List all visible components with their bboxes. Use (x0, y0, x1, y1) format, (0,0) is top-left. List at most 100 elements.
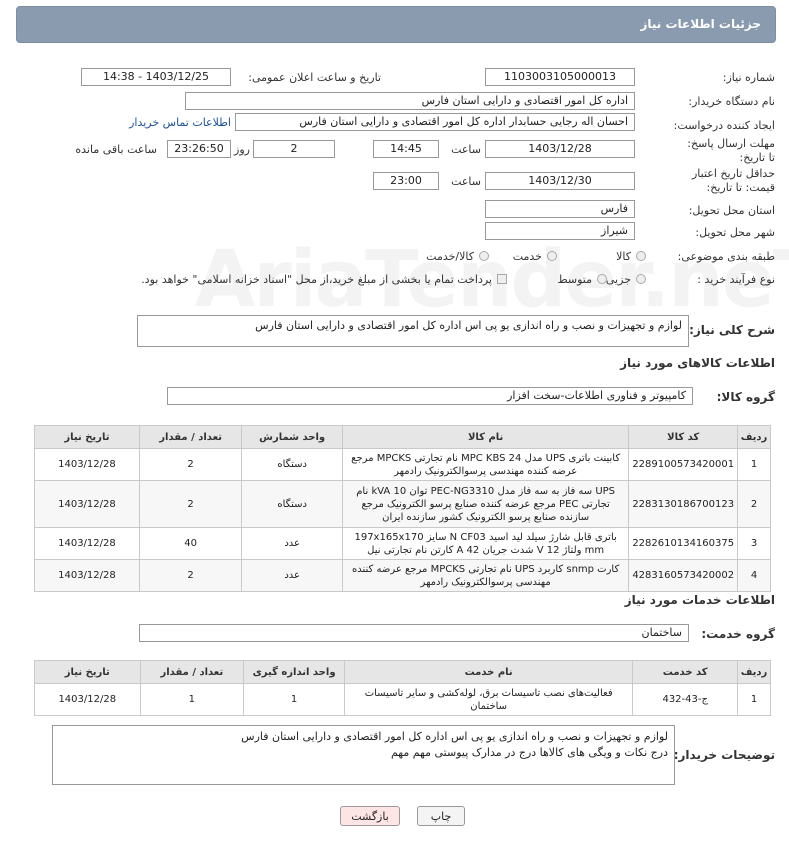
cell-qty: 2 (138, 480, 243, 528)
deadline-hour-label: ساعت (451, 143, 481, 156)
deadline-label: مهلت ارسال پاسخ: تا تاریخ: (687, 137, 775, 164)
print-button[interactable]: چاپ (417, 806, 465, 826)
goods-section-title: اطلاعات کالاهای مورد نیاز (620, 356, 775, 370)
cell-code: 2283130186700123 (628, 480, 739, 528)
category-goods-label: کالا (616, 250, 631, 263)
description-field[interactable]: لوازم و تجهیزات و نصب و راه اندازی یو پی… (137, 315, 689, 347)
need-number-label: شماره نیاز: (722, 71, 775, 84)
cell-idx: 4 (737, 559, 771, 592)
validity-date-field[interactable]: 1403/12/30 (485, 172, 635, 190)
goods-header-idx: ردیف (737, 425, 771, 449)
cell-qty: 40 (138, 527, 243, 560)
services-header-unit: واحد اندازه گیری (243, 660, 345, 684)
cell-name: کابینت باتری UPS مدل MPC KBS 24 نام تجار… (341, 448, 630, 481)
cell-unit: عدد (241, 559, 343, 592)
province-label: استان محل تحویل: (688, 204, 775, 217)
cell-code: 4283160573420002 (628, 559, 739, 592)
city-field[interactable]: شیراز (485, 222, 635, 240)
goods-header-code: کد کالا (628, 425, 739, 449)
table-row[interactable]: 4 4283160573420002 کارت snmp کاربرد UPS … (34, 559, 771, 592)
validity-time-field[interactable]: 23:00 (373, 172, 439, 190)
services-group-label: گروه خدمت: (701, 627, 775, 641)
buyer-notes-field[interactable]: لوازم و تجهیزات و نصب و راه اندازی یو پی… (52, 725, 675, 785)
cell-idx: 1 (737, 448, 771, 481)
cell-idx: 2 (737, 480, 771, 528)
deadline-time-field[interactable]: 14:45 (373, 140, 439, 158)
category-goods-service-radio[interactable] (479, 251, 489, 261)
cell-date: 1403/12/28 (34, 559, 140, 592)
buyer-org-field[interactable]: اداره کل امور اقتصادی و دارایی استان فار… (185, 92, 635, 110)
goods-header-unit: واحد شمارش (241, 425, 343, 449)
process-medium-radio[interactable] (597, 274, 607, 284)
cell-date: 1403/12/28 (34, 448, 140, 481)
table-row[interactable]: 1 2289100573420001 کابینت باتری UPS مدل … (34, 448, 771, 481)
deadline-date-field[interactable]: 1403/12/28 (485, 140, 635, 158)
buyer-notes-label: توضیحات خریدار: (673, 748, 775, 762)
services-header-code: کد خدمت (632, 660, 739, 684)
goods-header-qty: تعداد / مقدار (138, 425, 243, 449)
services-header-qty: تعداد / مقدار (139, 660, 245, 684)
table-row[interactable]: 3 2282610134160375 باتری قابل شارژ سیلد … (34, 527, 771, 560)
services-table: ردیف کد خدمت نام خدمت واحد اندازه گیری ت… (34, 660, 771, 716)
buyer-notes-line-1: لوازم و تجهیزات و نصب و راه اندازی یو پی… (241, 730, 668, 743)
remaining-time-field[interactable]: 23:26:50 (167, 140, 231, 158)
services-header-date: تاریخ نیاز (34, 660, 141, 684)
goods-header-name: نام کالا (341, 425, 630, 449)
days-field[interactable]: 2 (253, 140, 335, 158)
cell-date: 1403/12/28 (34, 480, 140, 528)
goods-table: ردیف کد کالا نام کالا واحد شمارش تعداد /… (34, 425, 771, 592)
table-row[interactable]: 1 ج-43-432 فعالیت‌های نصب تاسیسات برق، ل… (34, 683, 771, 716)
cell-code: ج-43-432 (632, 683, 739, 716)
cell-unit: دستگاه (241, 480, 343, 528)
table-row[interactable]: 2 2283130186700123 UPS سه فاز به سه فاز … (34, 480, 771, 528)
validity-hour-label: ساعت (451, 175, 481, 188)
cell-name: UPS سه فاز به سه فاز مدل PEC-NG3310 توان… (341, 480, 630, 528)
description-label: شرح کلی نیاز: (689, 323, 775, 337)
city-label: شهر محل تحویل: (695, 226, 775, 239)
process-minor-radio[interactable] (636, 274, 646, 284)
need-number-field[interactable]: 1103003105000013 (485, 68, 635, 86)
process-medium-label: متوسط (557, 273, 592, 286)
services-header-idx: ردیف (737, 660, 771, 684)
announce-field[interactable]: 1403/12/25 - 14:38 (81, 68, 231, 86)
province-field[interactable]: فارس (485, 200, 635, 218)
cell-date: 1403/12/28 (34, 683, 141, 716)
creator-field[interactable]: احسان اله رجایی حسابدار اداره کل امور اق… (235, 113, 635, 131)
buyer-org-label: نام دستگاه خریدار: (688, 95, 775, 108)
remaining-label: ساعت باقی مانده (75, 143, 157, 156)
treasury-checkbox[interactable] (497, 274, 507, 284)
category-goods-service-label: کالا/خدمت (426, 250, 474, 263)
category-service-label: خدمت (512, 250, 542, 263)
process-label: نوع فرآیند خرید : (697, 273, 775, 286)
page-header: جزئیات اطلاعات نیاز (16, 6, 776, 43)
services-header-name: نام خدمت (343, 660, 634, 684)
cell-unit: 1 (243, 683, 345, 716)
category-goods-radio[interactable] (636, 251, 646, 261)
goods-header-date: تاریخ نیاز (34, 425, 140, 449)
back-button[interactable]: بازگشت (340, 806, 400, 826)
cell-date: 1403/12/28 (34, 527, 140, 560)
goods-group-field[interactable]: کامپیوتر و فناوری اطلاعات-سخت افزار (167, 387, 693, 405)
cell-qty: 1 (139, 683, 245, 716)
buyer-notes-line-2: درج نکات و ویگی های کالاها درج در مدارک … (390, 746, 668, 759)
cell-name: فعالیت‌های نصب تاسیسات برق، لوله‌کشی و س… (343, 683, 634, 716)
cell-unit: عدد (241, 527, 343, 560)
cell-code: 2282610134160375 (628, 527, 739, 560)
services-section-title: اطلاعات خدمات مورد نیاز (624, 593, 775, 607)
cell-code: 2289100573420001 (628, 448, 739, 481)
cell-name: کارت snmp کاربرد UPS نام تجارتی MPCKS مر… (341, 559, 630, 592)
cell-name: باتری قابل شارژ سیلد لید اسید N CF03 سای… (341, 527, 630, 560)
cell-idx: 1 (737, 683, 771, 716)
announce-label: تاریخ و ساعت اعلان عمومی: (248, 71, 381, 84)
services-group-field[interactable]: ساختمان (139, 624, 689, 642)
page-title: جزئیات اطلاعات نیاز (640, 17, 761, 31)
goods-group-label: گروه کالا: (716, 390, 775, 404)
category-label: طبقه بندی موضوعی: (677, 250, 775, 263)
cell-unit: دستگاه (241, 448, 343, 481)
cell-qty: 2 (138, 448, 243, 481)
contact-buyer-link[interactable]: اطلاعات تماس خریدار (129, 116, 231, 129)
process-minor-label: جزیی (605, 273, 631, 286)
cell-idx: 3 (737, 527, 771, 560)
category-service-radio[interactable] (547, 251, 557, 261)
creator-label: ایجاد کننده درخواست: (673, 119, 775, 132)
